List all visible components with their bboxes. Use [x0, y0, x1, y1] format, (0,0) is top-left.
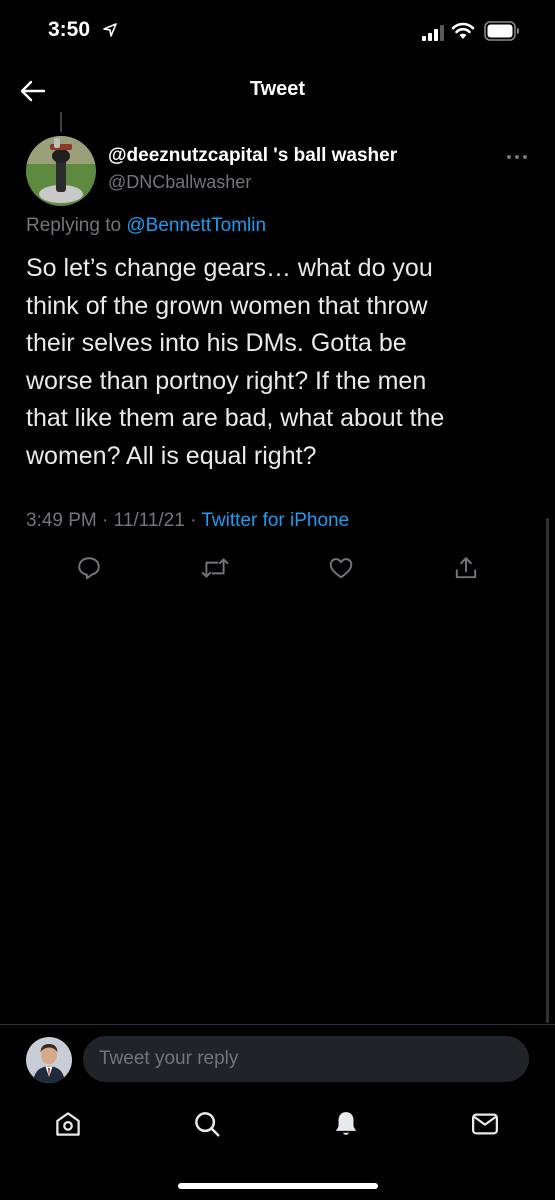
author-avatar[interactable] [26, 136, 96, 206]
share-icon [455, 557, 477, 579]
meta-separator: · [190, 510, 197, 531]
retweet-icon [201, 558, 229, 578]
author-handle[interactable]: @DNCballwasher [108, 172, 251, 193]
tab-messages[interactable] [469, 1108, 501, 1140]
replying-to-label: Replying to [26, 215, 122, 236]
avatar-image [26, 1037, 72, 1083]
tweet-time: 3:49 PM [26, 510, 97, 531]
status-time: 3:50 [48, 18, 91, 41]
messages-icon [472, 1113, 498, 1135]
notifications-icon [336, 1112, 356, 1135]
like-button[interactable] [326, 553, 356, 583]
composer-divider [0, 1024, 555, 1025]
tweet-date: 11/11/21 [113, 510, 185, 531]
status-bar: 3:50 [0, 0, 555, 60]
replying-to-line: Replying to @BennettTomlin [26, 215, 266, 237]
like-icon [329, 558, 353, 579]
search-icon [195, 1112, 220, 1137]
reply-input[interactable] [83, 1036, 529, 1082]
reply-icon [78, 557, 100, 580]
tweet-metadata: 3:49 PM · 11/11/21 · Twitter for iPhone [26, 510, 349, 532]
tab-notifications[interactable] [330, 1108, 362, 1140]
author-display-name[interactable]: @deeznutzcapital 's ball washer [108, 145, 397, 167]
avatar-image [26, 136, 96, 206]
location-arrow-icon [103, 23, 117, 37]
wifi-icon [451, 22, 475, 39]
current-user-avatar[interactable] [26, 1037, 72, 1083]
more-horizontal-icon [507, 155, 527, 159]
tweet-source-link[interactable]: Twitter for iPhone [201, 510, 349, 531]
meta-separator: · [102, 510, 109, 531]
replying-to-mention-link[interactable]: @BennettTomlin [126, 215, 266, 236]
scrollbar[interactable] [546, 518, 549, 1023]
tab-home[interactable] [52, 1108, 84, 1140]
page-title: Tweet [249, 78, 306, 100]
tweet-text: So let’s change gears… what do you think… [26, 254, 445, 470]
home-icon [56, 1112, 80, 1136]
nav-header: Tweet [0, 60, 555, 118]
cellular-signal-icon [422, 25, 444, 41]
tab-search[interactable] [191, 1108, 223, 1140]
home-indicator[interactable] [178, 1183, 378, 1189]
share-button[interactable] [451, 553, 481, 583]
thread-connector-line [60, 112, 62, 132]
retweet-button[interactable] [200, 553, 230, 583]
battery-icon [484, 21, 519, 41]
reply-button[interactable] [74, 553, 104, 583]
more-options-button[interactable] [503, 147, 531, 167]
